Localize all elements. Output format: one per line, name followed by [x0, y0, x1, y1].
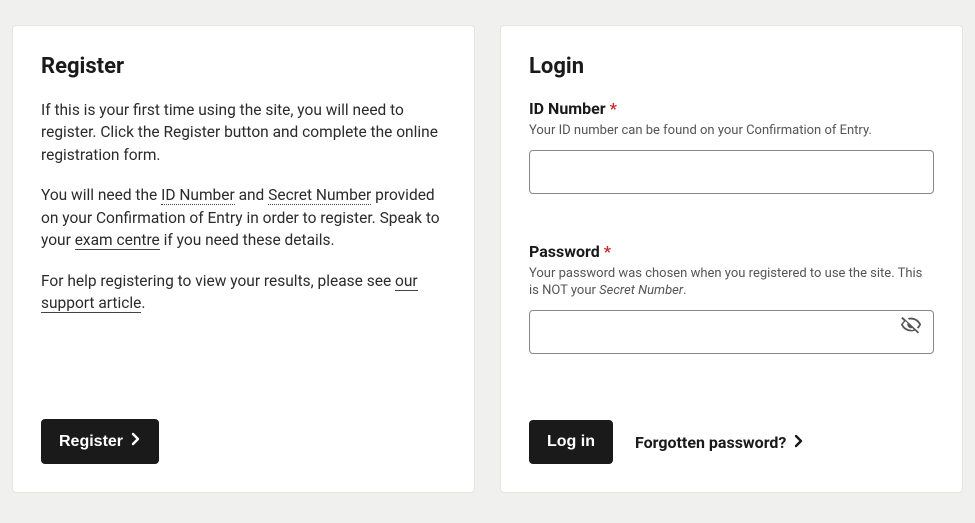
register-button-label: Register — [59, 433, 123, 451]
register-intro: If this is your first time using the sit… — [41, 99, 446, 166]
register-requirements: You will need the ID Number and Secret N… — [41, 184, 446, 251]
id-number-field-group: ID Number * Your ID number can be found … — [529, 99, 934, 194]
register-help: For help registering to view your result… — [41, 270, 446, 315]
login-title: Login — [529, 54, 934, 79]
id-number-label: ID Number * — [529, 99, 934, 118]
password-input[interactable] — [529, 310, 934, 354]
register-panel: Register If this is your first time usin… — [12, 25, 475, 493]
login-button-label: Log in — [547, 433, 595, 451]
login-button[interactable]: Log in — [529, 420, 613, 464]
chevron-right-icon — [794, 433, 804, 452]
required-marker: * — [604, 242, 611, 261]
id-number-hint: Your ID number can be found on your Conf… — [529, 122, 934, 140]
password-label: Password * — [529, 242, 934, 261]
forgotten-password-link[interactable]: Forgotten password? — [635, 433, 804, 452]
id-number-term: ID Number — [161, 186, 235, 205]
forgotten-password-label: Forgotten password? — [635, 433, 786, 452]
login-panel: Login ID Number * Your ID number can be … — [500, 25, 963, 493]
required-marker: * — [610, 99, 617, 118]
password-field-group: Password * Your password was chosen when… — [529, 242, 934, 354]
password-hint: Your password was chosen when you regist… — [529, 265, 934, 300]
chevron-right-icon — [131, 432, 141, 451]
register-title: Register — [41, 54, 446, 79]
secret-number-term: Secret Number — [268, 186, 371, 205]
exam-centre-link[interactable]: exam centre — [75, 231, 160, 250]
id-number-input[interactable] — [529, 150, 934, 194]
eye-off-icon[interactable] — [900, 314, 922, 340]
register-button[interactable]: Register — [41, 419, 159, 464]
